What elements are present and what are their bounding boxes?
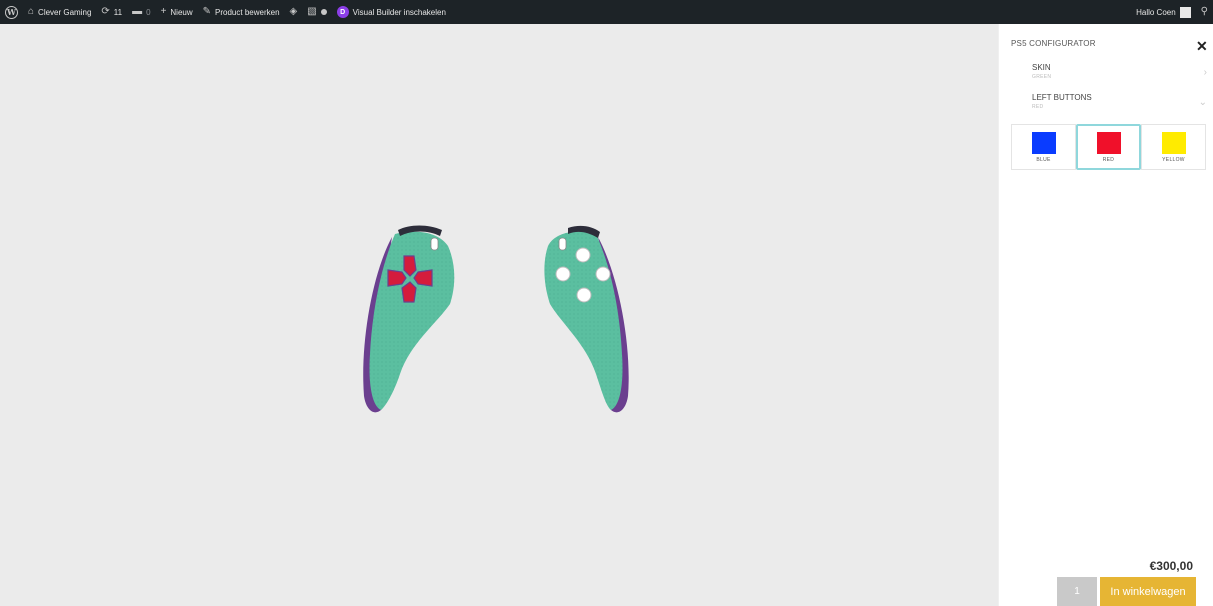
section-value: GREEN	[1032, 74, 1052, 80]
admin-bar: W ⌂ Clever Gaming ⟳ 11 ▬ 0 + Nieuw ✎ Pro…	[0, 0, 1213, 24]
color-chip	[1031, 131, 1056, 154]
plugin-link[interactable]: ◈	[285, 0, 303, 24]
option-red[interactable]: RED	[1076, 124, 1141, 170]
section-left-buttons[interactable]: LEFT BUTTONS RED ⌄	[1032, 93, 1207, 110]
seo-link[interactable]: ▧	[302, 0, 331, 24]
updates-count: 11	[113, 7, 123, 17]
account-menu[interactable]: Hallo Coen	[1131, 0, 1196, 24]
updates-link[interactable]: ⟳ 11	[96, 0, 127, 24]
section-skin[interactable]: SKIN GREEN ›	[1032, 63, 1207, 80]
visual-builder-label: Visual Builder inschakelen	[352, 7, 446, 17]
chevron-down-icon: ⌄	[1198, 97, 1207, 108]
seo-icon: ▧	[307, 6, 317, 17]
new-label: Nieuw	[170, 7, 193, 17]
option-yellow[interactable]: YELLOW	[1141, 124, 1206, 170]
option-name: YELLOW	[1162, 156, 1185, 163]
left-grip	[363, 225, 455, 413]
right-grip	[544, 225, 629, 413]
search-icon: ⚲	[1200, 6, 1208, 17]
controller-render	[363, 225, 629, 413]
add-to-cart-button[interactable]: In winkelwagen	[1100, 577, 1196, 606]
greeting: Hallo Coen	[1136, 7, 1176, 17]
option-name: RED	[1102, 156, 1115, 163]
option-blue[interactable]: BLUE	[1011, 124, 1076, 170]
color-options: BLUE RED YELLOW	[1011, 124, 1207, 172]
chevron-right-icon: ›	[1203, 67, 1207, 78]
quantity-input[interactable]: 1	[1057, 577, 1097, 606]
color-chip	[1161, 131, 1186, 154]
product-3d-viewer[interactable]	[0, 24, 998, 606]
status-dot-icon	[320, 9, 327, 15]
dashboard-icon: ⌂	[28, 6, 35, 17]
product-price: €300,00	[1149, 559, 1193, 573]
section-label: LEFT BUTTONS	[1032, 93, 1092, 102]
edit-product-link[interactable]: ✎ Product bewerken	[198, 0, 285, 24]
section-label: SKIN	[1032, 63, 1051, 72]
comment-icon: ▬	[132, 6, 143, 17]
refresh-icon: ⟳	[101, 6, 110, 17]
configurator-title: PS5 CONFIGURATOR	[1011, 39, 1096, 48]
visual-builder-link[interactable]: D Visual Builder inschakelen	[332, 0, 451, 24]
site-name: Clever Gaming	[38, 7, 92, 17]
option-name: BLUE	[1036, 156, 1051, 163]
comments-count: 0	[146, 7, 151, 17]
configurator-panel: PS5 CONFIGURATOR ✕ SKIN GREEN › LEFT BUT…	[998, 24, 1213, 606]
search-link[interactable]: ⚲	[1196, 0, 1213, 24]
diamond-icon: ◈	[289, 6, 298, 17]
plus-icon: +	[160, 6, 167, 17]
pencil-icon: ✎	[202, 6, 212, 17]
wordpress-logo-icon: W	[5, 5, 18, 19]
comments-link[interactable]: ▬ 0	[127, 0, 155, 24]
site-name-link[interactable]: ⌂ Clever Gaming	[23, 0, 96, 24]
section-value: RED	[1032, 104, 1044, 110]
avatar	[1179, 6, 1191, 18]
close-icon[interactable]: ✕	[1196, 38, 1208, 55]
color-chip	[1096, 131, 1121, 154]
edit-label: Product bewerken	[215, 7, 280, 17]
wordpress-menu[interactable]: W	[0, 0, 23, 24]
new-content-link[interactable]: + Nieuw	[156, 0, 198, 24]
divi-logo-icon: D	[336, 6, 349, 18]
